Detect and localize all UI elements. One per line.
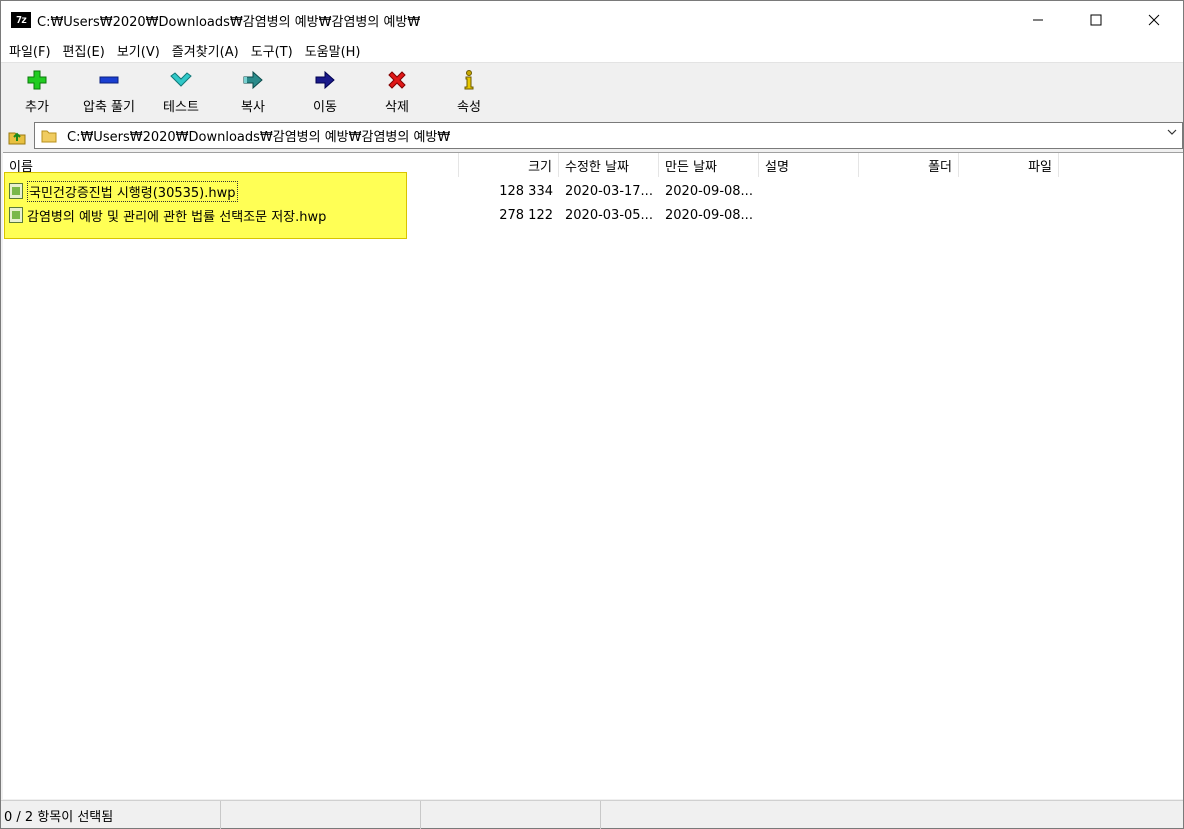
table-row[interactable]: 감염병의 예방 및 관리에 관한 법률 선택조문 저장.hwp 278 122 … xyxy=(3,203,1183,227)
copy-label: 복사 xyxy=(241,100,265,115)
close-icon xyxy=(1148,14,1160,26)
x-icon xyxy=(385,69,409,91)
status-pane-3 xyxy=(421,801,601,829)
test-button[interactable]: 테스트 xyxy=(145,64,217,120)
file-name-cell: 국민건강증진법 시행령(30535).hwp xyxy=(3,179,459,203)
column-modified[interactable]: 수정한 날짜 xyxy=(559,153,659,177)
delete-label: 삭제 xyxy=(385,100,409,115)
column-comment[interactable]: 설명 xyxy=(759,153,859,177)
address-row: C:₩Users₩2020₩Downloads₩감염병의 예방₩감염병의 예방₩ xyxy=(1,120,1183,151)
menu-file[interactable]: 파일(F) xyxy=(3,41,57,60)
arrow-right-icon xyxy=(313,69,337,91)
file-list[interactable]: 이름 크기 수정한 날짜 만든 날짜 설명 폴더 파일 국민건강증진법 시행령(… xyxy=(3,152,1183,799)
table-row[interactable]: 국민건강증진법 시행령(30535).hwp 128 334 2020-03-1… xyxy=(3,179,1183,203)
file-size: 128 334 xyxy=(499,183,553,199)
folder-up-icon xyxy=(8,132,26,144)
toolbar: 추가 압축 풀기 테스트 복사 이동 삭제 속성 xyxy=(1,64,1183,120)
minimize-icon xyxy=(1033,19,1043,21)
file-size: 278 122 xyxy=(499,207,553,223)
app-icon: 7z xyxy=(11,12,31,28)
up-folder-button[interactable] xyxy=(4,123,30,149)
chevron-down-icon[interactable] xyxy=(1166,126,1178,141)
window-title: C:₩Users₩2020₩Downloads₩감염병의 예방₩감염병의 예방₩ xyxy=(37,14,421,30)
menu-view[interactable]: 보기(V) xyxy=(111,41,166,60)
file-name-cell: 감염병의 예방 및 관리에 관한 법률 선택조문 저장.hwp xyxy=(3,203,459,227)
title-bar[interactable]: 7z C:₩Users₩2020₩Downloads₩감염병의 예방₩감염병의 … xyxy=(1,1,1183,39)
hwp-file-icon xyxy=(9,207,23,223)
maximize-button[interactable] xyxy=(1067,1,1125,39)
window-controls xyxy=(1009,1,1183,39)
add-button[interactable]: 추가 xyxy=(1,64,73,120)
menu-edit[interactable]: 편집(E) xyxy=(57,41,111,60)
app-window: 7z C:₩Users₩2020₩Downloads₩감염병의 예방₩감염병의 … xyxy=(0,0,1184,829)
minus-icon xyxy=(97,69,121,91)
delete-button[interactable]: 삭제 xyxy=(361,64,433,120)
properties-button[interactable]: 속성 xyxy=(433,64,505,120)
status-pane-2 xyxy=(221,801,421,829)
column-size[interactable]: 크기 xyxy=(459,153,559,177)
menu-bar: 파일(F) 편집(E) 보기(V) 즐겨찾기(A) 도구(T) 도움말(H) xyxy=(1,39,1183,63)
file-created: 2020-09-08... xyxy=(665,207,753,223)
file-modified: 2020-03-17... xyxy=(565,183,653,199)
properties-label: 속성 xyxy=(457,100,481,115)
info-icon xyxy=(457,69,481,91)
column-created[interactable]: 만든 날짜 xyxy=(659,153,759,177)
file-modified: 2020-03-05... xyxy=(565,207,653,223)
column-files[interactable]: 파일 xyxy=(959,153,1059,177)
file-name: 감염병의 예방 및 관리에 관한 법률 선택조문 저장.hwp xyxy=(27,209,327,225)
address-path: C:₩Users₩2020₩Downloads₩감염병의 예방₩감염병의 예방₩ xyxy=(67,130,451,145)
menu-help[interactable]: 도움말(H) xyxy=(299,41,367,60)
check-icon xyxy=(169,69,193,91)
folder-icon xyxy=(41,130,57,142)
copy-button[interactable]: 복사 xyxy=(217,64,289,120)
column-folders[interactable]: 폴더 xyxy=(859,153,959,177)
maximize-icon xyxy=(1090,14,1102,26)
test-label: 테스트 xyxy=(163,100,199,115)
extract-label: 압축 풀기 xyxy=(83,100,135,115)
plus-icon xyxy=(25,69,49,91)
extract-button[interactable]: 압축 풀기 xyxy=(73,64,145,120)
hwp-file-icon xyxy=(9,183,23,199)
menu-favorites[interactable]: 즐겨찾기(A) xyxy=(166,41,245,60)
move-label: 이동 xyxy=(313,100,337,115)
double-arrow-icon xyxy=(241,69,265,91)
file-name: 국민건강증진법 시행령(30535).hwp xyxy=(27,180,238,202)
file-created: 2020-09-08... xyxy=(665,183,753,199)
add-label: 추가 xyxy=(25,100,49,115)
status-bar: 0 / 2 항목이 선택됨 xyxy=(1,800,1183,829)
status-selection: 0 / 2 항목이 선택됨 xyxy=(1,801,221,829)
menu-tools[interactable]: 도구(T) xyxy=(245,41,299,60)
minimize-button[interactable] xyxy=(1009,1,1067,39)
close-button[interactable] xyxy=(1125,1,1183,39)
move-button[interactable]: 이동 xyxy=(289,64,361,120)
address-bar[interactable]: C:₩Users₩2020₩Downloads₩감염병의 예방₩감염병의 예방₩ xyxy=(34,122,1183,149)
